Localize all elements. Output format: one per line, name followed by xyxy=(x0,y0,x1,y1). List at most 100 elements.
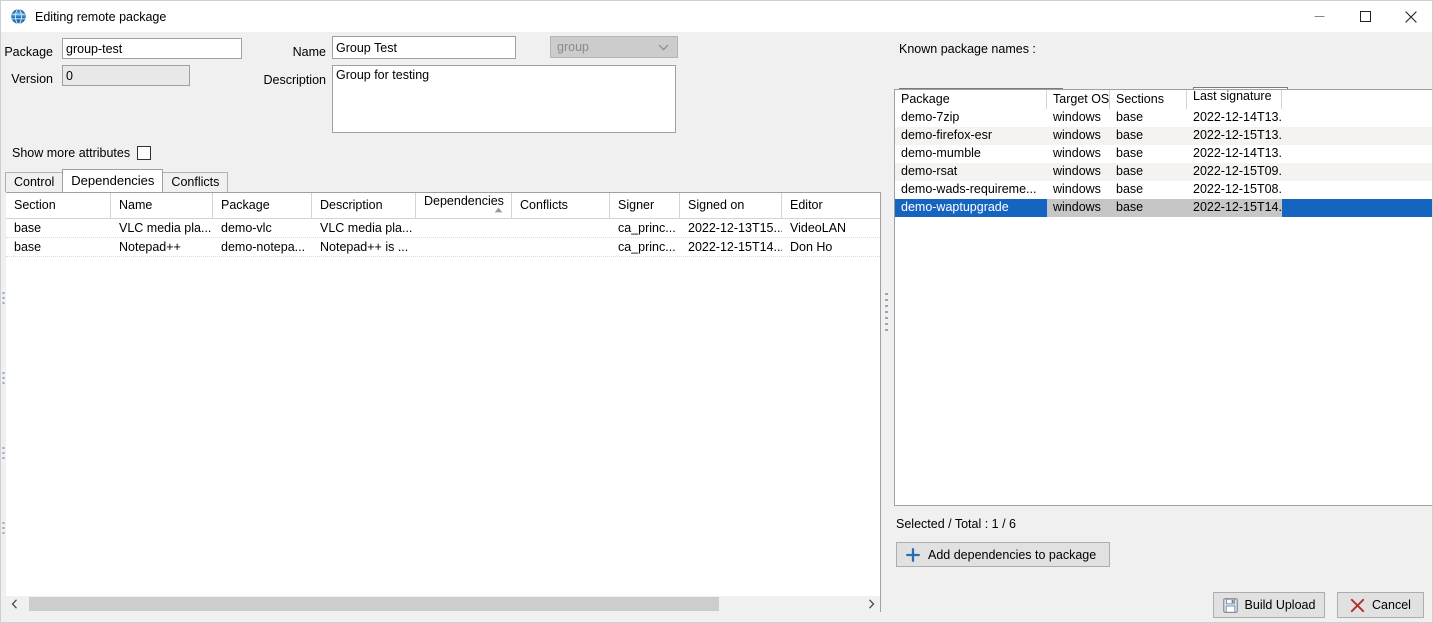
dep-col-signer[interactable]: Signer xyxy=(610,193,680,219)
pkg-cell-target-os: windows xyxy=(1053,146,1101,160)
cell-name: VLC media pla... xyxy=(119,221,212,235)
scrollbar-thumb[interactable] xyxy=(29,597,719,611)
list-item[interactable]: demo-7zip windows base 2022-12-14T13... xyxy=(895,109,1432,127)
cell-signer: ca_princ... xyxy=(618,221,676,235)
maximize-button[interactable] xyxy=(1342,1,1388,32)
dep-col-description[interactable]: Description xyxy=(312,193,416,219)
dep-col-signed-on[interactable]: Signed on xyxy=(680,193,782,219)
plus-icon xyxy=(906,547,920,562)
title-bar: Editing remote package xyxy=(1,1,1432,32)
cell-signed-on: 2022-12-13T15... xyxy=(688,221,782,235)
show-more-attributes-row[interactable]: Show more attributes xyxy=(12,146,152,160)
dep-col-editor-label: Editor xyxy=(790,198,823,212)
cell-signed-on: 2022-12-15T14... xyxy=(688,240,782,254)
pkg-cell-last-signature: 2022-12-14T13... xyxy=(1193,146,1282,160)
table-row[interactable]: base VLC media pla... demo-vlc VLC media… xyxy=(6,219,880,238)
package-input[interactable] xyxy=(62,38,242,59)
pane-splitter[interactable] xyxy=(882,291,891,341)
scroll-right-icon[interactable] xyxy=(863,596,880,612)
tab-control[interactable]: Control xyxy=(5,172,64,192)
cancel-x-icon xyxy=(1350,598,1365,613)
description-label: Description xyxy=(263,73,326,87)
cell-editor: VideoLAN xyxy=(790,221,847,235)
build-upload-label: Build Upload xyxy=(1244,598,1316,612)
package-type-value: group xyxy=(557,40,589,54)
table-row[interactable]: base Notepad++ demo-notepa... Notepad++ … xyxy=(6,238,880,257)
scrollbar-track[interactable] xyxy=(23,596,863,612)
tab-strip: Control Dependencies Conflicts xyxy=(5,169,229,192)
show-more-attributes-checkbox[interactable] xyxy=(137,146,152,160)
pkg-col-package[interactable]: Package xyxy=(895,90,1047,109)
cancel-label: Cancel xyxy=(1372,598,1411,612)
version-label: Version xyxy=(11,72,53,86)
pkg-cell-last-signature: 2022-12-15T09... xyxy=(1193,164,1282,178)
grip-dots-icon xyxy=(2,292,4,534)
pkg-cell-sections: base xyxy=(1116,110,1144,124)
cell-section: base xyxy=(14,221,42,235)
dep-col-description-label: Description xyxy=(320,198,383,212)
cell-conflicts xyxy=(512,219,610,238)
name-input[interactable] xyxy=(332,36,516,59)
pkg-col-blank[interactable] xyxy=(1282,90,1432,109)
left-pane: Package Version Name group Description S… xyxy=(1,32,885,622)
pkg-cell-package: demo-firefox-esr xyxy=(901,128,992,142)
dependencies-grid-header: Section Name Package Description Depende… xyxy=(6,193,880,219)
horizontal-scrollbar[interactable] xyxy=(6,596,880,612)
package-type-combo: group xyxy=(550,36,678,58)
left-splitter[interactable] xyxy=(1,192,6,612)
dep-col-editor[interactable]: Editor xyxy=(782,193,880,219)
pkg-cell-sections: base xyxy=(1116,128,1144,142)
pkg-cell-package: demo-7zip xyxy=(901,110,960,124)
right-pane: Known package names : Filter packages AL… xyxy=(891,32,1432,622)
cell-dependencies xyxy=(416,219,512,238)
pkg-cell-last-signature: 2022-12-15T08... xyxy=(1193,182,1282,196)
cell-editor: Don Ho xyxy=(790,240,833,254)
sort-ascending-icon xyxy=(494,202,503,216)
pkg-cell-package: demo-mumble xyxy=(901,146,981,160)
version-input[interactable] xyxy=(62,65,190,86)
description-textarea[interactable] xyxy=(332,65,676,133)
pkg-cell-last-signature: 2022-12-15T14... xyxy=(1187,199,1282,217)
show-more-attributes-label: Show more attributes xyxy=(12,146,131,160)
dep-col-conflicts-label: Conflicts xyxy=(520,198,568,212)
list-item[interactable]: demo-wads-requireme... windows base 2022… xyxy=(895,181,1432,199)
cancel-button[interactable]: Cancel xyxy=(1337,592,1424,618)
pkg-cell-package: demo-rsat xyxy=(901,164,958,178)
cell-package: demo-notepa... xyxy=(221,240,306,254)
tab-dependencies[interactable]: Dependencies xyxy=(62,169,164,192)
pkg-cell-target-os: windows xyxy=(1053,182,1101,196)
pkg-col-sections[interactable]: Sections xyxy=(1110,90,1187,109)
list-item[interactable]: demo-rsat windows base 2022-12-15T09... xyxy=(895,163,1432,181)
pkg-cell-target-os: windows xyxy=(1047,199,1110,217)
dep-col-dependencies[interactable]: Dependencies xyxy=(416,193,512,219)
pkg-cell-sections: base xyxy=(1116,182,1144,196)
cell-name: Notepad++ xyxy=(119,240,181,254)
pkg-cell-target-os: windows xyxy=(1053,110,1101,124)
package-label: Package xyxy=(4,45,53,59)
minimize-button[interactable] xyxy=(1296,1,1342,32)
pkg-col-last-signature[interactable]: Last signature xyxy=(1187,90,1282,109)
tab-conflicts[interactable]: Conflicts xyxy=(162,172,229,192)
scroll-left-icon[interactable] xyxy=(6,596,23,612)
pkg-col-package-label: Package xyxy=(901,92,950,106)
cell-description: Notepad++ is ... xyxy=(320,240,409,254)
editing-remote-package-window: Editing remote package Package Version N… xyxy=(0,0,1433,623)
cell-description: VLC media pla... xyxy=(320,221,413,235)
list-item[interactable]: demo-mumble windows base 2022-12-14T13..… xyxy=(895,145,1432,163)
dep-col-conflicts[interactable]: Conflicts xyxy=(512,193,610,219)
list-item-selected[interactable]: demo-waptupgrade windows base 2022-12-15… xyxy=(895,199,1432,217)
dep-col-name-label: Name xyxy=(119,198,153,212)
dep-col-package[interactable]: Package xyxy=(213,193,312,219)
dep-col-name[interactable]: Name xyxy=(111,193,213,219)
build-upload-button[interactable]: Build Upload xyxy=(1213,592,1325,618)
pkg-col-target-os[interactable]: Target OS xyxy=(1047,90,1110,109)
window-title: Editing remote package xyxy=(35,9,167,24)
package-form: Package Version Name group Description xyxy=(1,32,885,140)
dep-col-section[interactable]: Section xyxy=(6,193,111,219)
add-dependencies-button[interactable]: Add dependencies to package xyxy=(896,542,1110,567)
list-item[interactable]: demo-firefox-esr windows base 2022-12-15… xyxy=(895,127,1432,145)
cell-package: demo-vlc xyxy=(221,221,272,235)
dep-col-signed-on-label: Signed on xyxy=(688,198,745,212)
pkg-col-sections-label: Sections xyxy=(1116,92,1164,106)
close-button[interactable] xyxy=(1388,1,1432,32)
